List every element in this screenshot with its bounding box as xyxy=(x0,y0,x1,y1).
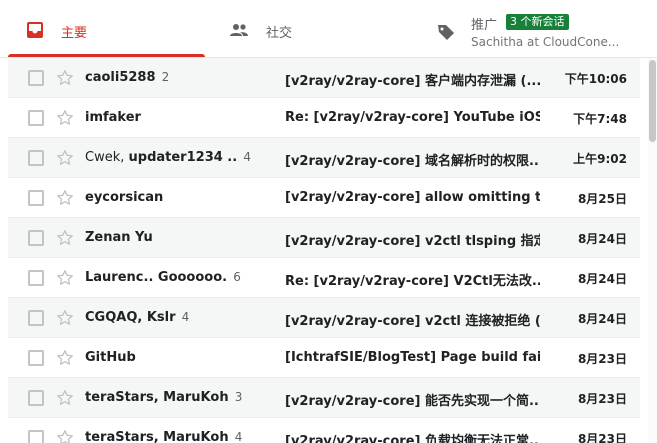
thread-count: 4 xyxy=(181,310,190,324)
email-date: 8月23日 xyxy=(577,352,627,366)
email-subject: Re: [v2ray/v2ray-core] V2Ctl无法改... xyxy=(285,274,540,289)
email-row[interactable]: Laurenc.. Goooooo. 6 Re: [v2ray/v2ray-cor… xyxy=(8,258,640,298)
tab-promotions-label: 推广 xyxy=(471,18,498,33)
email-subject: [v2ray/v2ray-core] v2ctl tlsping 指定 ... xyxy=(285,234,540,249)
inbox-tabs: 主要 社交 推广 3 个新会话 Sachitha at CloudCone... xyxy=(0,0,657,58)
tab-primary[interactable]: 主要 xyxy=(8,0,205,58)
email-row[interactable]: Zenan Yu [v2ray/v2ray-core] v2ctl tlsping… xyxy=(8,218,640,258)
star-icon[interactable] xyxy=(55,308,75,328)
thread-count: 3 xyxy=(234,390,243,404)
email-subject: [IchtrafSIE/BlogTest] Page build fail... xyxy=(285,350,540,365)
sender-name: imfaker xyxy=(85,110,141,125)
inbox-icon xyxy=(25,20,45,40)
star-icon[interactable] xyxy=(55,348,75,368)
email-date: 8月23日 xyxy=(577,432,627,443)
email-subject: Re: [v2ray/v2ray-core] YouTube iOS... xyxy=(285,110,540,125)
select-checkbox[interactable] xyxy=(28,390,44,406)
sender-name: teraStars, MaruKoh xyxy=(85,390,229,405)
email-subject: [v2ray/v2ray-core] allow omitting ty... xyxy=(285,190,540,205)
thread-count: 4 xyxy=(243,150,251,164)
sender-name: , xyxy=(120,150,129,165)
email-sender: Laurenc.. Goooooo. 6 xyxy=(85,270,265,285)
email-row[interactable]: eycorsican [v2ray/v2ray-core] allow omitt… xyxy=(8,178,640,218)
star-icon[interactable] xyxy=(55,428,75,443)
select-checkbox[interactable] xyxy=(28,150,44,166)
star-icon[interactable] xyxy=(55,188,75,208)
tab-promotions[interactable]: 推广 3 个新会话 Sachitha at CloudCone... xyxy=(430,0,630,58)
star-icon[interactable] xyxy=(55,68,75,88)
email-sender: teraStars, MaruKoh 4 xyxy=(85,430,265,443)
email-sender: eycorsican xyxy=(85,190,265,205)
email-sender: caoli5288 2 xyxy=(85,70,265,85)
email-sender: Cwek, updater1234 .. 4 xyxy=(85,150,265,165)
select-checkbox[interactable] xyxy=(28,190,44,206)
email-date: 8月23日 xyxy=(577,392,627,406)
email-sender: Zenan Yu xyxy=(85,230,265,245)
tab-primary-label: 主要 xyxy=(61,26,88,41)
active-tab-indicator xyxy=(8,54,205,57)
sender-name: eycorsican xyxy=(85,190,164,205)
email-date: 8月25日 xyxy=(577,192,627,206)
promotions-preview-sender: Sachitha at CloudCone... xyxy=(471,35,620,49)
email-date: 8月24日 xyxy=(577,232,627,246)
sender-name: Cwek xyxy=(85,150,121,165)
select-checkbox[interactable] xyxy=(28,430,44,443)
select-checkbox[interactable] xyxy=(28,270,44,286)
sender-name: Zenan Yu xyxy=(85,230,153,245)
email-subject: [v2ray/v2ray-core] 域名解析时的权限... xyxy=(285,154,540,169)
select-checkbox[interactable] xyxy=(28,70,44,86)
email-sender: CGQAQ, Kslr 4 xyxy=(85,310,265,325)
email-sender: imfaker xyxy=(85,110,265,125)
sender-name: teraStars, MaruKoh xyxy=(85,430,229,443)
thread-count: 4 xyxy=(234,430,243,443)
email-subject: [v2ray/v2ray-core] 负载均衡无法正常... xyxy=(285,434,540,443)
select-checkbox[interactable] xyxy=(28,110,44,126)
email-row[interactable]: imfaker Re: [v2ray/v2ray-core] YouTube iO… xyxy=(8,98,640,138)
scrollbar-thumb[interactable] xyxy=(649,60,656,142)
new-conversations-badge: 3 个新会话 xyxy=(506,14,569,30)
email-row[interactable]: GitHub [IchtrafSIE/BlogTest] Page build f… xyxy=(8,338,640,378)
thread-count: 6 xyxy=(233,270,241,284)
people-icon xyxy=(229,20,249,40)
sender-name: caoli5288 xyxy=(85,70,156,85)
select-checkbox[interactable] xyxy=(28,230,44,246)
email-sender: teraStars, MaruKoh 3 xyxy=(85,390,265,405)
email-date: 上午9:02 xyxy=(573,152,627,166)
sender-name: CGQAQ, Kslr xyxy=(85,310,176,325)
tag-icon xyxy=(436,22,456,42)
tab-social[interactable]: 社交 xyxy=(220,0,420,58)
email-subject: [v2ray/v2ray-core] 客户端内存泄漏 (... xyxy=(285,74,540,89)
star-icon[interactable] xyxy=(55,268,75,288)
email-subject: [v2ray/v2ray-core] v2ctl 连接被拒绝 (... xyxy=(285,314,540,329)
star-icon[interactable] xyxy=(55,228,75,248)
email-row[interactable]: teraStars, MaruKoh 4 [v2ray/v2ray-core] 负… xyxy=(8,418,640,443)
email-row[interactable]: CGQAQ, Kslr 4 [v2ray/v2ray-core] v2ctl 连接… xyxy=(8,298,640,338)
email-date: 下午7:48 xyxy=(573,112,627,126)
star-icon[interactable] xyxy=(55,148,75,168)
email-date: 8月24日 xyxy=(577,272,627,286)
sender-name: updater1234 .. xyxy=(128,150,238,165)
sender-name: Laurenc.. Goooooo. xyxy=(85,270,228,285)
sender-name: GitHub xyxy=(85,350,136,365)
select-checkbox[interactable] xyxy=(28,350,44,366)
email-row[interactable]: caoli5288 2 [v2ray/v2ray-core] 客户端内存泄漏 (.… xyxy=(8,58,640,98)
email-date: 8月24日 xyxy=(577,312,627,326)
thread-count: 2 xyxy=(161,70,170,84)
email-sender: GitHub xyxy=(85,350,265,365)
tab-social-label: 社交 xyxy=(266,26,293,41)
email-row[interactable]: teraStars, MaruKoh 3 [v2ray/v2ray-core] 能… xyxy=(8,378,640,418)
star-icon[interactable] xyxy=(55,388,75,408)
email-row[interactable]: Cwek, updater1234 .. 4 [v2ray/v2ray-core]… xyxy=(8,138,640,178)
select-checkbox[interactable] xyxy=(28,310,44,326)
email-date: 下午10:06 xyxy=(564,72,627,86)
email-subject: [v2ray/v2ray-core] 能否先实现一个简... xyxy=(285,394,540,409)
star-icon[interactable] xyxy=(55,108,75,128)
